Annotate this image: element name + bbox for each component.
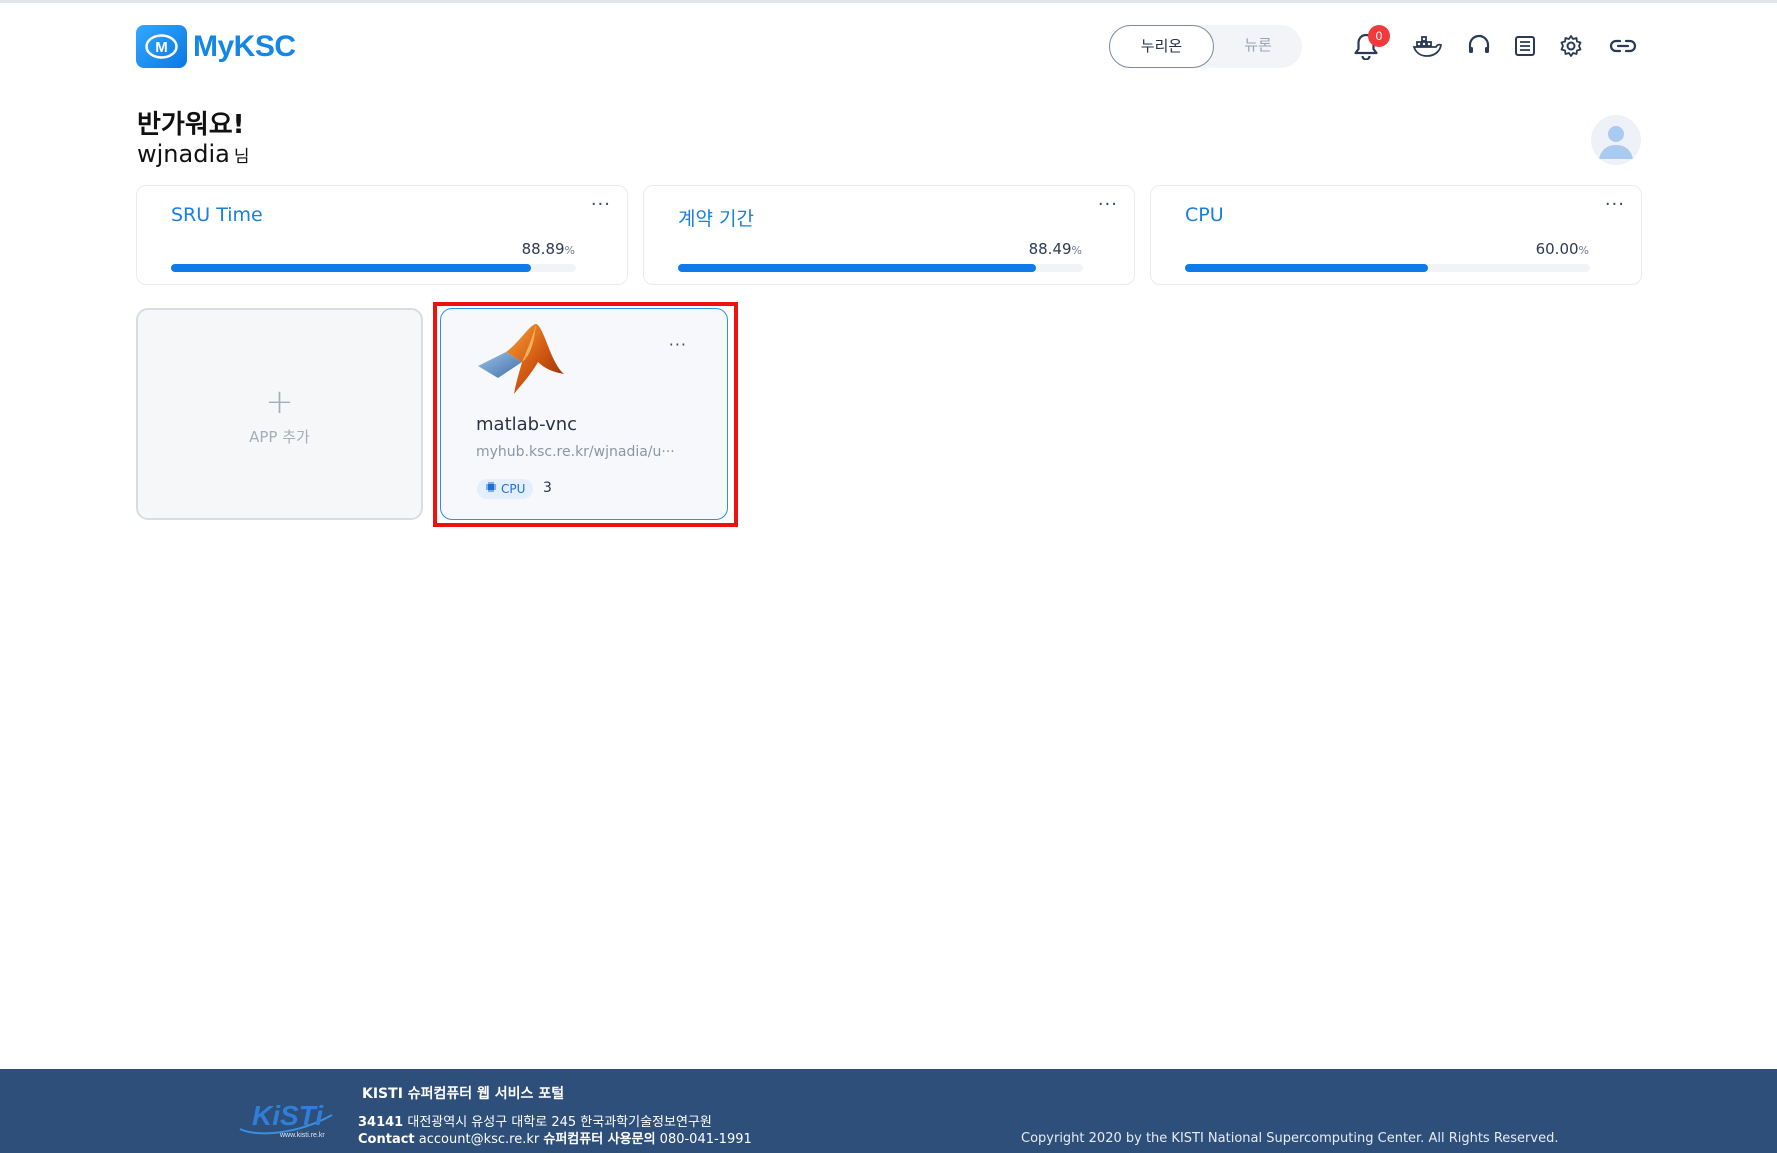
system-toggle[interactable]: 누리온 뉴론	[1109, 25, 1302, 68]
more-icon[interactable]: ···	[591, 194, 611, 215]
logo-mark-icon: M	[136, 25, 187, 68]
stat-card-cpu: CPU ··· 60.00%	[1150, 185, 1642, 285]
support-phone: 080-041-1991	[659, 1132, 752, 1147]
gear-icon[interactable]	[1555, 30, 1587, 62]
document-icon[interactable]	[1509, 30, 1541, 62]
avatar[interactable]	[1591, 115, 1641, 165]
svg-text:KiSTi: KiSTi	[252, 1100, 324, 1131]
footer-contact: Contact account@ksc.re.kr 슈퍼컴퓨터 사용문의 080…	[358, 1132, 752, 1147]
brand-logo[interactable]: M MyKSC	[136, 25, 296, 68]
progress-fill	[1185, 264, 1428, 272]
footer-title: KISTI 슈퍼컴퓨터 웹 서비스 포털	[362, 1086, 565, 1102]
username: wjnadia	[137, 140, 230, 168]
toggle-neuron[interactable]: 뉴론	[1214, 25, 1302, 68]
stat-value: 60.00%	[1535, 240, 1589, 258]
progress-fill	[171, 264, 531, 272]
more-icon[interactable]: ···	[1098, 194, 1118, 215]
copyright: Copyright 2020 by the KISTI National Sup…	[1021, 1131, 1559, 1146]
brand-name: MyKSC	[193, 29, 296, 63]
svg-text:www.kisti.re.kr: www.kisti.re.kr	[279, 1132, 325, 1139]
greeting-user: wjnadia 님	[137, 140, 249, 168]
contact-email[interactable]: account@ksc.re.kr	[419, 1132, 539, 1147]
honorific: 님	[233, 147, 250, 167]
toggle-nurion[interactable]: 누리온	[1109, 25, 1214, 68]
svg-text:M: M	[155, 39, 168, 56]
greeting-title: 반가워요!	[137, 110, 245, 140]
stat-value: 88.49%	[1028, 240, 1082, 258]
kisti-logo: KiSTi www.kisti.re.kr	[236, 1089, 336, 1145]
progress-track	[171, 264, 576, 272]
top-border	[0, 0, 1777, 3]
notification-badge: 0	[1368, 25, 1390, 47]
stat-card-contract-period: 계약 기간 ··· 88.49%	[643, 185, 1135, 285]
more-icon[interactable]: ···	[1605, 194, 1625, 215]
stat-title: 계약 기간	[678, 208, 754, 230]
progress-track	[678, 264, 1083, 272]
progress-track	[1185, 264, 1590, 272]
selection-highlight	[433, 302, 738, 527]
plus-icon: +	[265, 382, 294, 422]
stat-card-sru-time: SRU Time ··· 88.89%	[136, 185, 628, 285]
headset-icon[interactable]	[1463, 30, 1495, 62]
stat-title: SRU Time	[171, 204, 263, 226]
add-app-label: APP 추가	[249, 428, 310, 446]
footer: KiSTi www.kisti.re.kr KISTI 슈퍼컴퓨터 웹 서비스 …	[0, 1069, 1777, 1153]
stat-title: CPU	[1185, 204, 1224, 226]
progress-fill	[678, 264, 1037, 272]
stat-value: 88.89%	[521, 240, 575, 258]
link-icon[interactable]	[1607, 30, 1639, 62]
docker-icon[interactable]	[1411, 30, 1443, 62]
add-app-button[interactable]: + APP 추가	[136, 308, 423, 520]
